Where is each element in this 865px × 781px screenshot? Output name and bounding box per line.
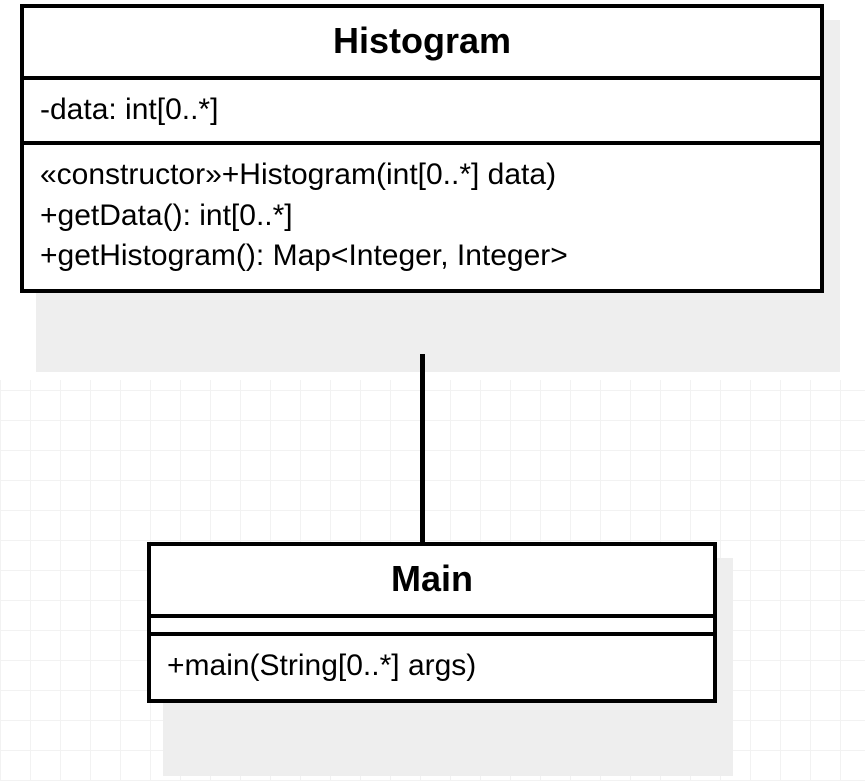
- histogram-class-name: Histogram: [24, 8, 820, 80]
- histogram-method-2: +getHistogram(): Map<Integer, Integer>: [40, 236, 804, 277]
- histogram-method-0: «constructor»+Histogram(int[0..*] data): [40, 155, 804, 196]
- main-attributes: [151, 618, 713, 636]
- uml-class-main: Main +main(String[0..*] args): [147, 542, 717, 703]
- association-line: [420, 354, 425, 544]
- histogram-method-1: +getData(): int[0..*]: [40, 196, 804, 237]
- histogram-attributes: -data: int[0..*]: [24, 80, 820, 145]
- histogram-methods: «constructor»+Histogram(int[0..*] data) …: [24, 145, 820, 289]
- main-class-name: Main: [151, 546, 713, 618]
- main-method-0: +main(String[0..*] args): [167, 646, 697, 687]
- histogram-attr-0: -data: int[0..*]: [40, 90, 804, 129]
- main-methods: +main(String[0..*] args): [151, 636, 713, 699]
- uml-class-histogram: Histogram -data: int[0..*] «constructor»…: [20, 4, 824, 293]
